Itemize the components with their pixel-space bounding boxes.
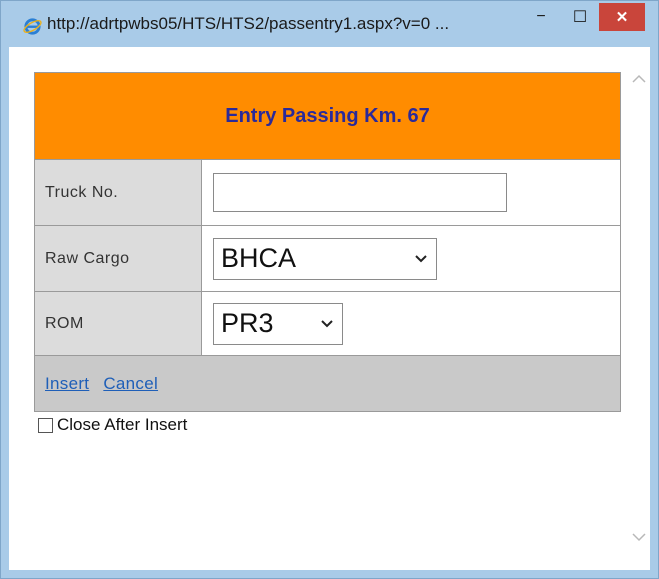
minimize-button[interactable]: −: [521, 1, 561, 33]
close-after-insert-label: Close After Insert: [57, 415, 188, 434]
rom-selected: PR3: [221, 308, 274, 338]
chevron-up-icon: [632, 74, 646, 83]
scroll-down-button[interactable]: [628, 526, 650, 548]
popup-window: http://adrtpwbs05/HTS/HTS2/passentry1.as…: [0, 0, 659, 579]
form-actions: Insert Cancel: [35, 356, 620, 411]
form-title: Entry Passing Km. 67: [225, 104, 430, 127]
truck-number-input[interactable]: [213, 173, 507, 212]
minimize-icon: −: [536, 8, 546, 25]
truck-row: Truck No.: [35, 160, 620, 226]
raw-cargo-label: Raw Cargo: [35, 226, 202, 291]
vertical-scrollbar[interactable]: [628, 47, 650, 570]
raw-cargo-row: Raw Cargo BHCA: [35, 226, 620, 292]
insert-link[interactable]: Insert: [45, 374, 89, 394]
chevron-down-icon: [632, 532, 646, 541]
maximize-button[interactable]: ☐: [561, 1, 599, 33]
close-icon: ✕: [615, 9, 629, 26]
raw-cargo-select[interactable]: BHCA: [213, 237, 437, 280]
rom-label: ROM: [35, 292, 202, 355]
rom-select[interactable]: PR3: [213, 302, 343, 345]
entry-form: Entry Passing Km. 67 Truck No. Raw Cargo…: [34, 72, 621, 412]
truck-label: Truck No.: [35, 160, 202, 225]
cancel-link[interactable]: Cancel: [103, 374, 158, 394]
close-after-insert-checkbox[interactable]: [38, 417, 53, 433]
chevron-down-icon: [415, 254, 427, 262]
window-title: http://adrtpwbs05/HTS/HTS2/passentry1.as…: [47, 14, 450, 33]
chevron-down-icon: [321, 319, 333, 327]
title-bar[interactable]: http://adrtpwbs05/HTS/HTS2/passentry1.as…: [1, 1, 658, 45]
rom-row: ROM PR3: [35, 292, 620, 356]
page-content: Entry Passing Km. 67 Truck No. Raw Cargo…: [9, 47, 650, 570]
raw-cargo-selected: BHCA: [221, 243, 297, 273]
close-after-insert-option[interactable]: Close After Insert: [38, 415, 187, 435]
ie-icon: [23, 18, 42, 35]
scroll-up-button[interactable]: [628, 67, 650, 89]
maximize-icon: ☐: [572, 9, 588, 26]
close-button[interactable]: ✕: [599, 3, 645, 31]
form-header: Entry Passing Km. 67: [35, 73, 620, 160]
